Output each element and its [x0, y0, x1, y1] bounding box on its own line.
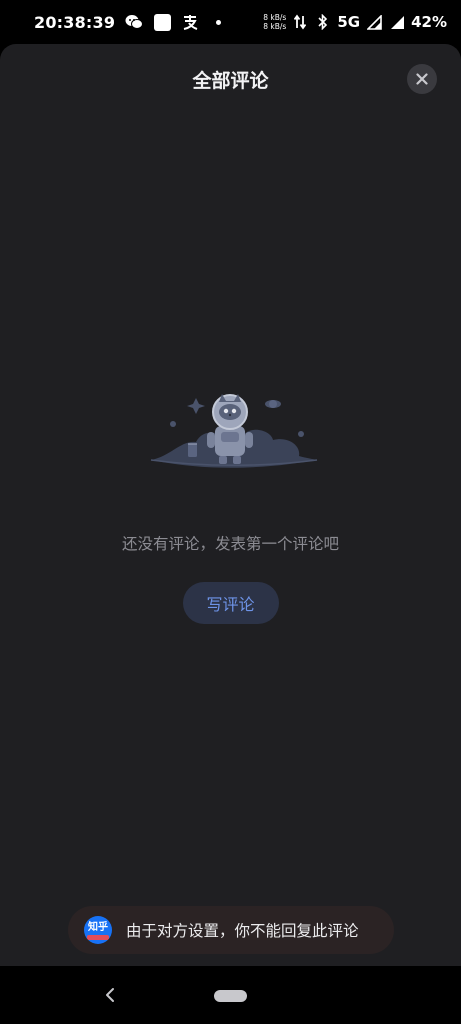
- status-bar: 20:38:39 8 kB/s 8 kB/s 5G 42%: [0, 0, 461, 44]
- close-icon: [416, 70, 428, 89]
- navigation-bar: [0, 966, 461, 1024]
- net-speed-down: 8 kB/s: [263, 22, 287, 31]
- back-chevron-icon[interactable]: [100, 984, 120, 1006]
- net-speed-up: 8 kB/s: [263, 13, 287, 22]
- toast: 知乎 由于对方设置，你不能回复此评论: [68, 906, 394, 954]
- network-type: 5G: [337, 13, 361, 31]
- notification-dot-icon: [209, 13, 227, 31]
- status-notification-icons: [125, 13, 227, 31]
- empty-state: 还没有评论，发表第一个评论吧 写评论: [0, 380, 461, 624]
- bluetooth-icon: [314, 13, 332, 31]
- wechat-icon: [125, 13, 144, 31]
- comments-sheet: 全部评论 还没有评论，发表第一个评论吧 写评论 知乎 由于对方设置，你不能回复此…: [0, 44, 461, 966]
- net-speed: 8 kB/s 8 kB/s: [263, 13, 286, 31]
- status-time: 20:38:39: [34, 12, 116, 32]
- zhihu-app-icon: 知乎: [84, 916, 112, 944]
- robot-astronaut-illustration: [150, 394, 317, 468]
- home-pill-icon[interactable]: [214, 990, 247, 1002]
- data-arrows-icon: [291, 13, 309, 31]
- signal-icon: [365, 13, 383, 31]
- status-system-icons: 8 kB/s 8 kB/s 5G 42%: [263, 13, 447, 31]
- write-comment-button[interactable]: 写评论: [182, 582, 279, 624]
- toast-message: 由于对方设置，你不能回复此评论: [126, 922, 359, 940]
- signal-icon-2: [388, 13, 406, 31]
- close-button[interactable]: [407, 64, 437, 94]
- battery-level: 42%: [411, 13, 447, 31]
- sheet-title: 全部评论: [192, 69, 269, 92]
- empty-message: 还没有评论，发表第一个评论吧: [121, 535, 339, 553]
- app-square-icon: [153, 13, 171, 31]
- sheet-header: 全部评论: [0, 44, 461, 114]
- logo-band: [87, 935, 109, 940]
- alipay-icon: [181, 13, 199, 31]
- zhihu-logo-text: 知乎: [88, 922, 108, 933]
